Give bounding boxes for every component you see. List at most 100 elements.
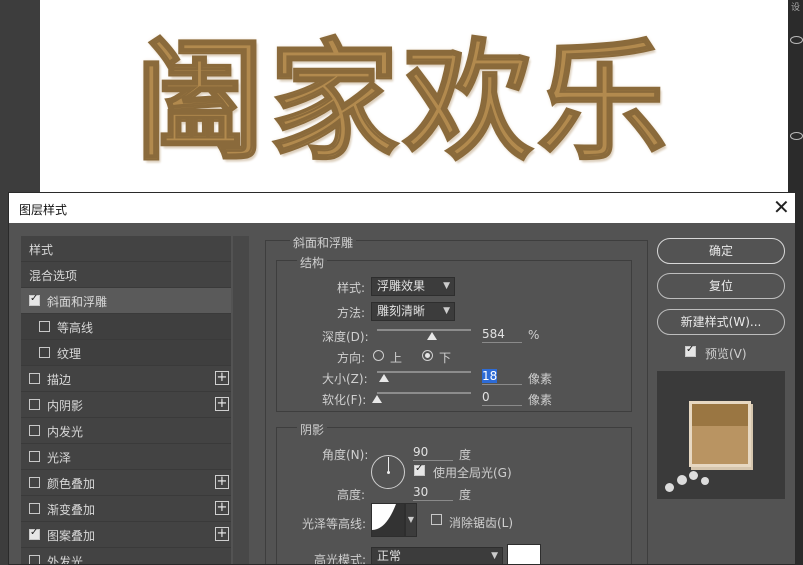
style-list-label: 等高线 — [57, 321, 94, 335]
style-checkbox[interactable] — [29, 425, 40, 436]
size-slider-track[interactable] — [377, 371, 471, 373]
preview-checkbox[interactable] — [685, 344, 696, 357]
style-preview-thumbnail — [657, 371, 785, 499]
altitude-label: 高度: — [337, 488, 366, 502]
angle-dial[interactable] — [371, 455, 405, 489]
ok-button[interactable]: 确定 — [657, 238, 785, 264]
preview-swatch-band — [692, 404, 748, 426]
style-list-item[interactable]: 光泽 — [21, 444, 231, 470]
altitude-input[interactable]: 30 — [413, 484, 453, 501]
method-label: 方法: — [337, 306, 366, 320]
altitude-unit: 度 — [459, 488, 472, 502]
angle-input[interactable]: 90 — [413, 444, 453, 461]
soften-label: 软化(F): — [322, 393, 367, 407]
style-list-label: 渐变叠加 — [47, 503, 96, 517]
layer-style-dialog: 图层样式 ✕ 样式混合选项斜面和浮雕等高线纹理描边+内阴影+内发光光泽颜色叠加+… — [8, 192, 796, 565]
style-checkbox[interactable] — [39, 321, 50, 332]
depth-input[interactable]: 584 — [482, 326, 522, 343]
chevron-down-icon[interactable]: ▼ — [405, 503, 417, 537]
add-effect-icon[interactable]: + — [215, 397, 229, 411]
add-effect-icon[interactable]: + — [215, 501, 229, 515]
reset-button[interactable]: 复位 — [657, 273, 785, 299]
visibility-eye-icon[interactable] — [790, 132, 803, 140]
style-list-item[interactable]: 内阴影 + — [21, 392, 231, 418]
style-list-item[interactable]: 等高线 — [21, 314, 231, 340]
style-list-item[interactable]: 颜色叠加 + — [21, 470, 231, 496]
depth-unit: % — [528, 328, 540, 342]
style-list-label: 图案叠加 — [47, 529, 96, 543]
bevel-style-select[interactable]: 浮雕效果 ▼ — [371, 277, 455, 296]
style-checkbox[interactable] — [29, 527, 40, 540]
depth-slider-track[interactable] — [377, 329, 471, 331]
style-checkbox[interactable] — [29, 293, 40, 306]
soften-slider-thumb[interactable] — [372, 395, 382, 403]
style-list-item[interactable]: 样式 — [21, 236, 231, 262]
soften-slider-track[interactable] — [377, 392, 471, 394]
highlight-mode-label: 高光模式: — [314, 553, 367, 565]
paw-print-icon — [701, 477, 709, 485]
style-checkbox[interactable] — [39, 347, 50, 358]
style-list-item[interactable]: 图案叠加 + — [21, 522, 231, 548]
chevron-down-icon: ▼ — [443, 306, 450, 316]
style-list-label: 内发光 — [47, 425, 84, 439]
anti-alias-checkbox[interactable] — [431, 514, 442, 525]
style-list-item[interactable]: 外发光 — [21, 548, 231, 564]
direction-up-radio[interactable] — [373, 350, 384, 361]
style-list-item[interactable]: 描边 + — [21, 366, 231, 392]
highlight-mode-value: 正常 — [377, 549, 402, 563]
preview-swatch — [689, 401, 751, 467]
gloss-contour-swatch[interactable] — [371, 503, 405, 537]
paw-print-icon — [665, 483, 674, 492]
close-icon[interactable]: ✕ — [773, 195, 790, 219]
highlight-mode-select[interactable]: 正常 ▼ — [371, 547, 503, 564]
size-input[interactable]: 18 — [482, 368, 522, 385]
add-effect-icon[interactable]: + — [215, 527, 229, 541]
new-style-button[interactable]: 新建样式(W)... — [657, 309, 785, 335]
visibility-eye-icon[interactable] — [790, 36, 803, 44]
dialog-title: 图层样式 — [19, 203, 68, 217]
add-effect-icon[interactable]: + — [215, 475, 229, 489]
depth-label: 深度(D): — [322, 330, 369, 344]
style-list-item[interactable]: 混合选项 — [21, 262, 231, 288]
style-list-item[interactable]: 纹理 — [21, 340, 231, 366]
technique-select[interactable]: 雕刻清晰 ▼ — [371, 302, 455, 321]
angle-dial-needle — [388, 457, 389, 472]
document-canvas: 阖家欢乐 — [40, 0, 788, 194]
panel-label: 设 — [791, 3, 801, 13]
size-unit: 像素 — [528, 372, 553, 386]
contour-curve-icon — [372, 504, 404, 536]
style-list-item[interactable]: 内发光 — [21, 418, 231, 444]
angle-unit: 度 — [459, 448, 472, 462]
size-label: 大小(Z): — [322, 372, 368, 386]
style-checkbox[interactable] — [29, 451, 40, 462]
style-list-scrollbar[interactable] — [233, 236, 249, 564]
paw-print-icon — [689, 471, 698, 480]
style-checkbox[interactable] — [29, 373, 40, 384]
bevel-section-title: 斜面和浮雕 — [290, 234, 357, 251]
style-list-item[interactable]: 渐变叠加 + — [21, 496, 231, 522]
size-slider-thumb[interactable] — [379, 374, 389, 382]
shading-title: 阴影 — [297, 421, 328, 438]
style-list-label: 描边 — [47, 373, 72, 387]
direction-label: 方向: — [337, 351, 366, 365]
style-checkbox[interactable] — [29, 477, 40, 488]
direction-down-radio[interactable] — [422, 350, 433, 361]
style-list-label: 内阴影 — [47, 399, 84, 413]
style-label: 样式: — [337, 281, 366, 295]
style-list-label: 混合选项 — [29, 269, 78, 283]
direction-up-label: 上 — [390, 351, 403, 365]
style-checkbox[interactable] — [29, 399, 40, 410]
structure-title: 结构 — [297, 254, 328, 271]
style-checkbox[interactable] — [29, 503, 40, 514]
style-list-item[interactable]: 斜面和浮雕 — [21, 288, 231, 314]
highlight-color-swatch[interactable] — [507, 544, 541, 564]
preview-label: 预览(V) — [705, 347, 747, 361]
depth-slider-thumb[interactable] — [427, 332, 437, 340]
gloss-contour-label: 光泽等高线: — [302, 517, 367, 531]
add-effect-icon[interactable]: + — [215, 371, 229, 385]
angle-label: 角度(N): — [322, 448, 369, 462]
soften-input[interactable]: 0 — [482, 389, 522, 406]
style-checkbox[interactable] — [29, 555, 40, 564]
direction-down-label: 下 — [439, 351, 452, 365]
global-light-checkbox[interactable] — [414, 463, 425, 476]
